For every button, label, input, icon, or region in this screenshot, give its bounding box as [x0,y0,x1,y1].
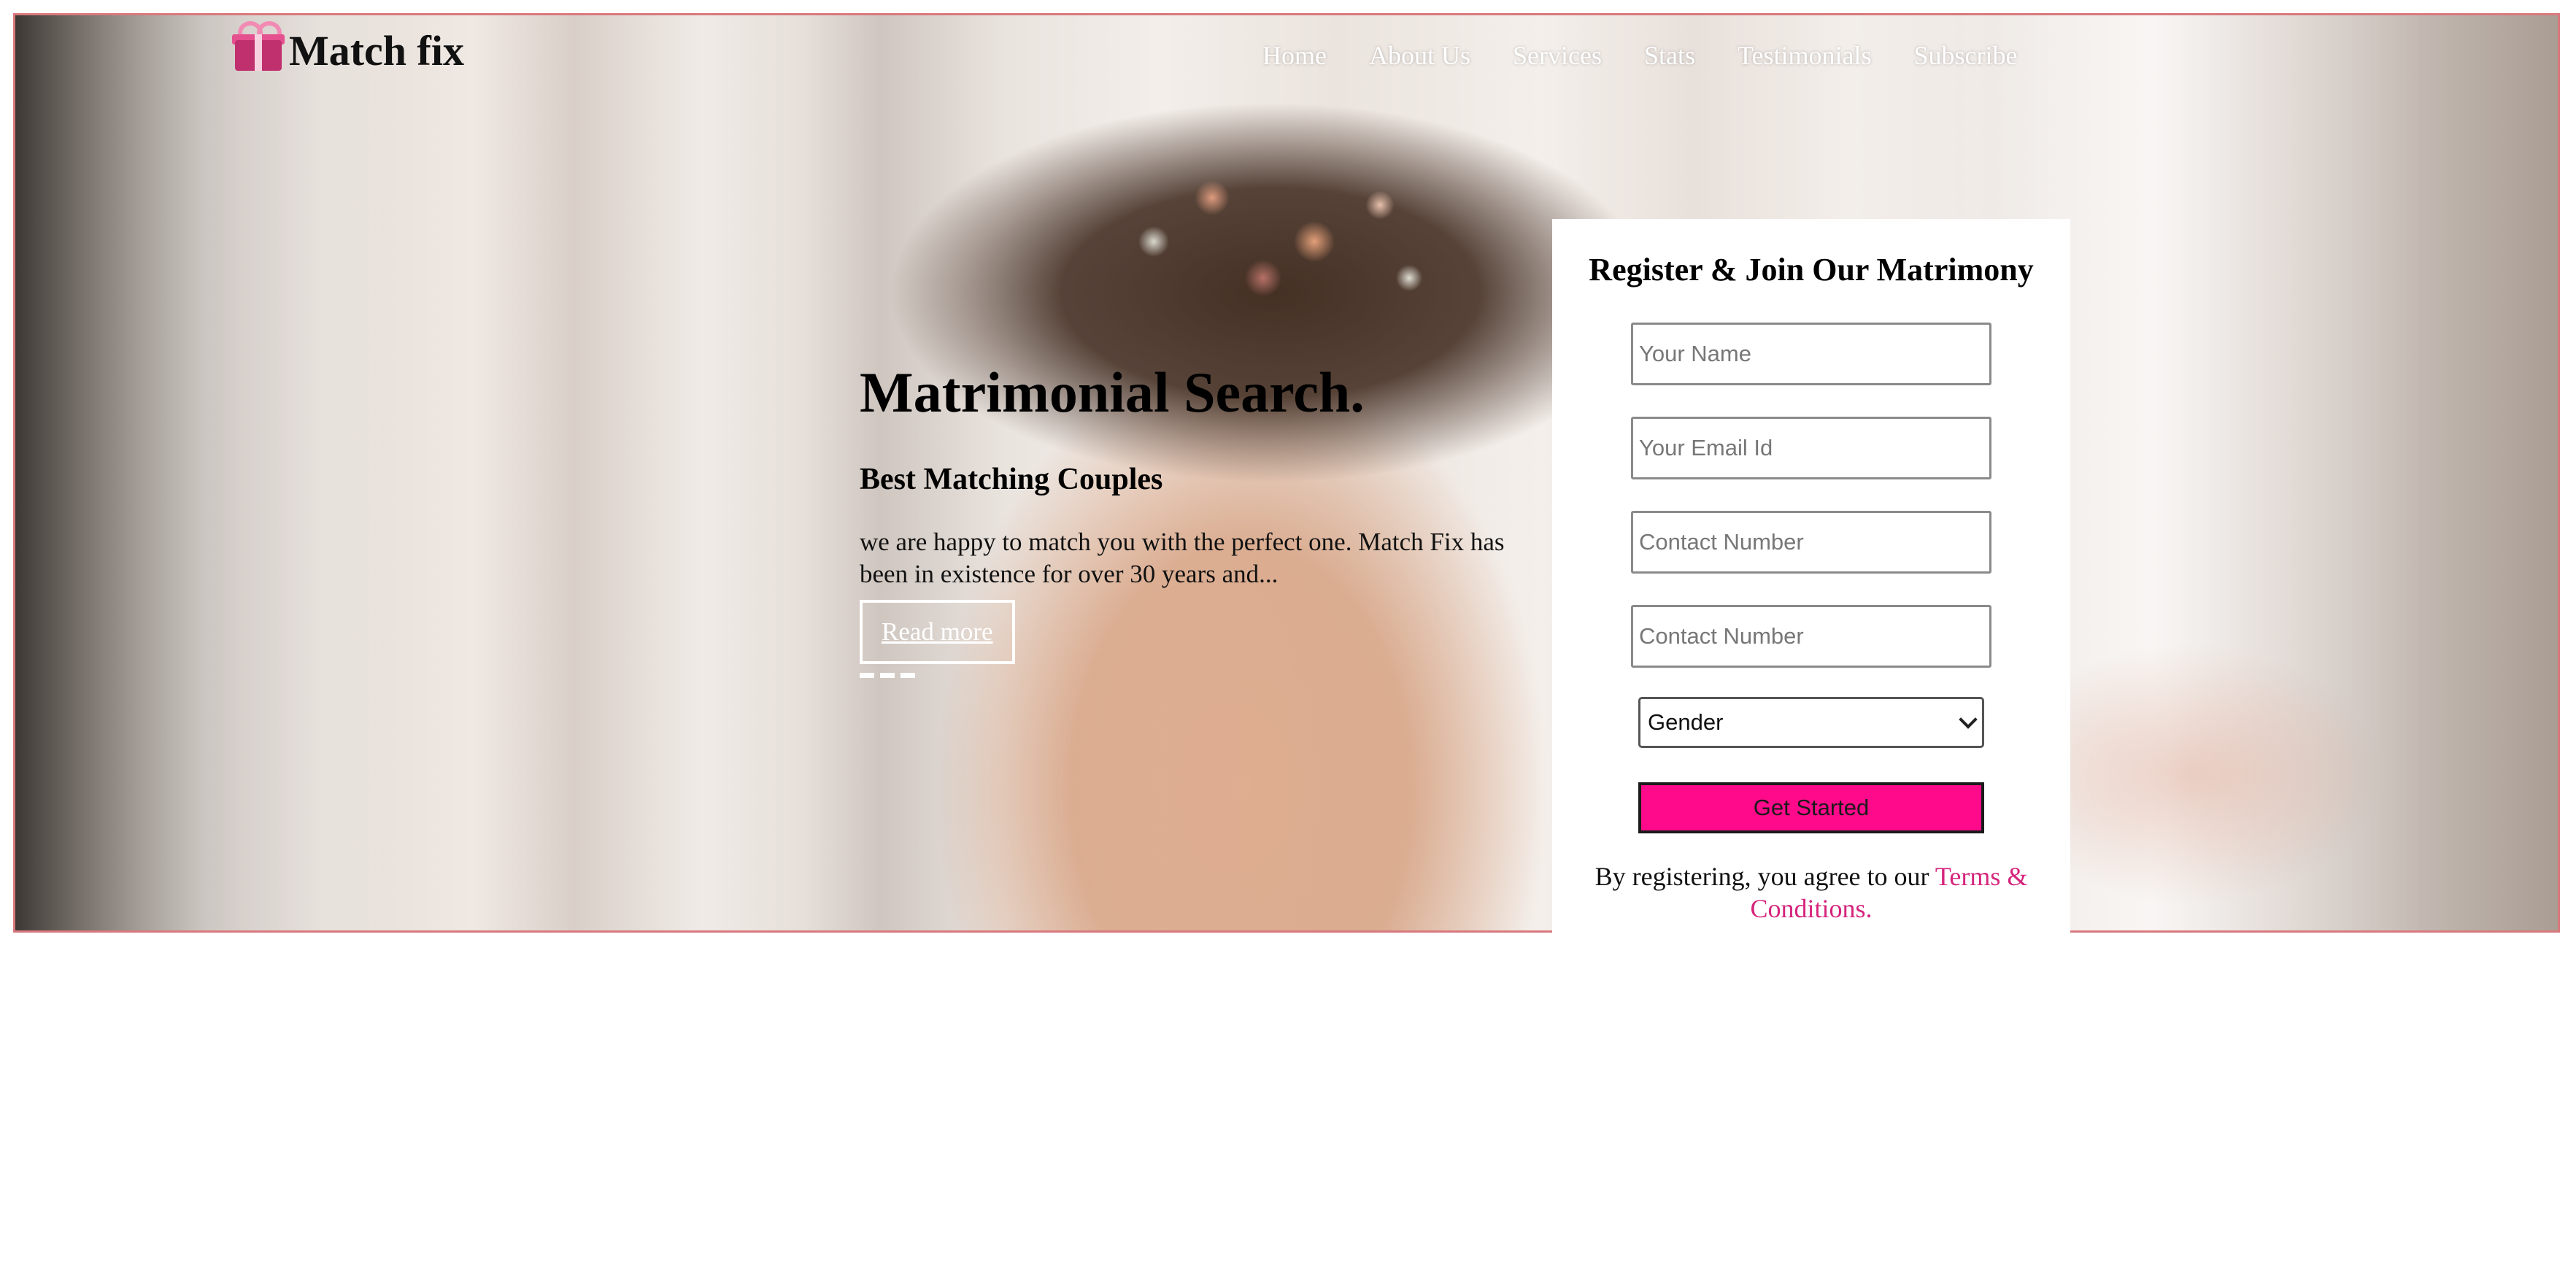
carousel-dot-1[interactable] [860,673,874,679]
gender-select[interactable]: Gender [1638,697,1984,748]
nav-stats[interactable]: Stats [1644,40,1695,71]
hero-description: we are happy to match you with the perfe… [860,527,1505,588]
register-card: Register & Join Our Matrimony Gender Get… [1552,219,2070,949]
curtain-left [15,15,395,930]
gift-icon [232,20,285,72]
nav-subscribe[interactable]: Subscribe [1913,40,2017,71]
get-started-button[interactable]: Get Started [1638,782,1984,833]
gender-select-value: Gender [1648,709,1724,735]
register-title: Register & Join Our Matrimony [1589,252,2034,288]
carousel-indicators [860,673,1531,679]
brand-name: Match fix [289,27,464,74]
hero-subtitle: Best Matching Couples [860,462,1163,496]
terms-prefix: By registering, you agree to our [1594,862,1935,891]
nav-testimonials[interactable]: Testimonials [1738,40,1871,71]
nav-about-us[interactable]: About Us [1369,40,1470,71]
nav-home[interactable]: Home [1262,40,1327,71]
contact-number-input[interactable] [1631,511,1991,574]
nav-services[interactable]: Services [1513,40,1602,71]
name-input[interactable] [1631,323,1991,385]
terms-notice: By registering, you agree to our Terms &… [1574,861,2048,925]
hero-title: Matrimonial Search. [860,360,1365,424]
read-more-button[interactable]: Read more [860,600,1015,665]
carousel-dot-3[interactable] [901,673,915,679]
brand-logo[interactable]: Match fix [232,16,464,75]
chevron-down-icon [1959,710,1978,729]
email-input[interactable] [1631,417,1991,479]
contact-number-input-2[interactable] [1631,605,1991,668]
main-nav: Home About Us Services Stats Testimonial… [1262,40,2017,71]
hair-flowers-decoration [1073,154,1468,351]
carousel-dot-2[interactable] [880,673,895,679]
hero-copy: Matrimonial Search. Best Matching Couple… [860,360,1531,679]
